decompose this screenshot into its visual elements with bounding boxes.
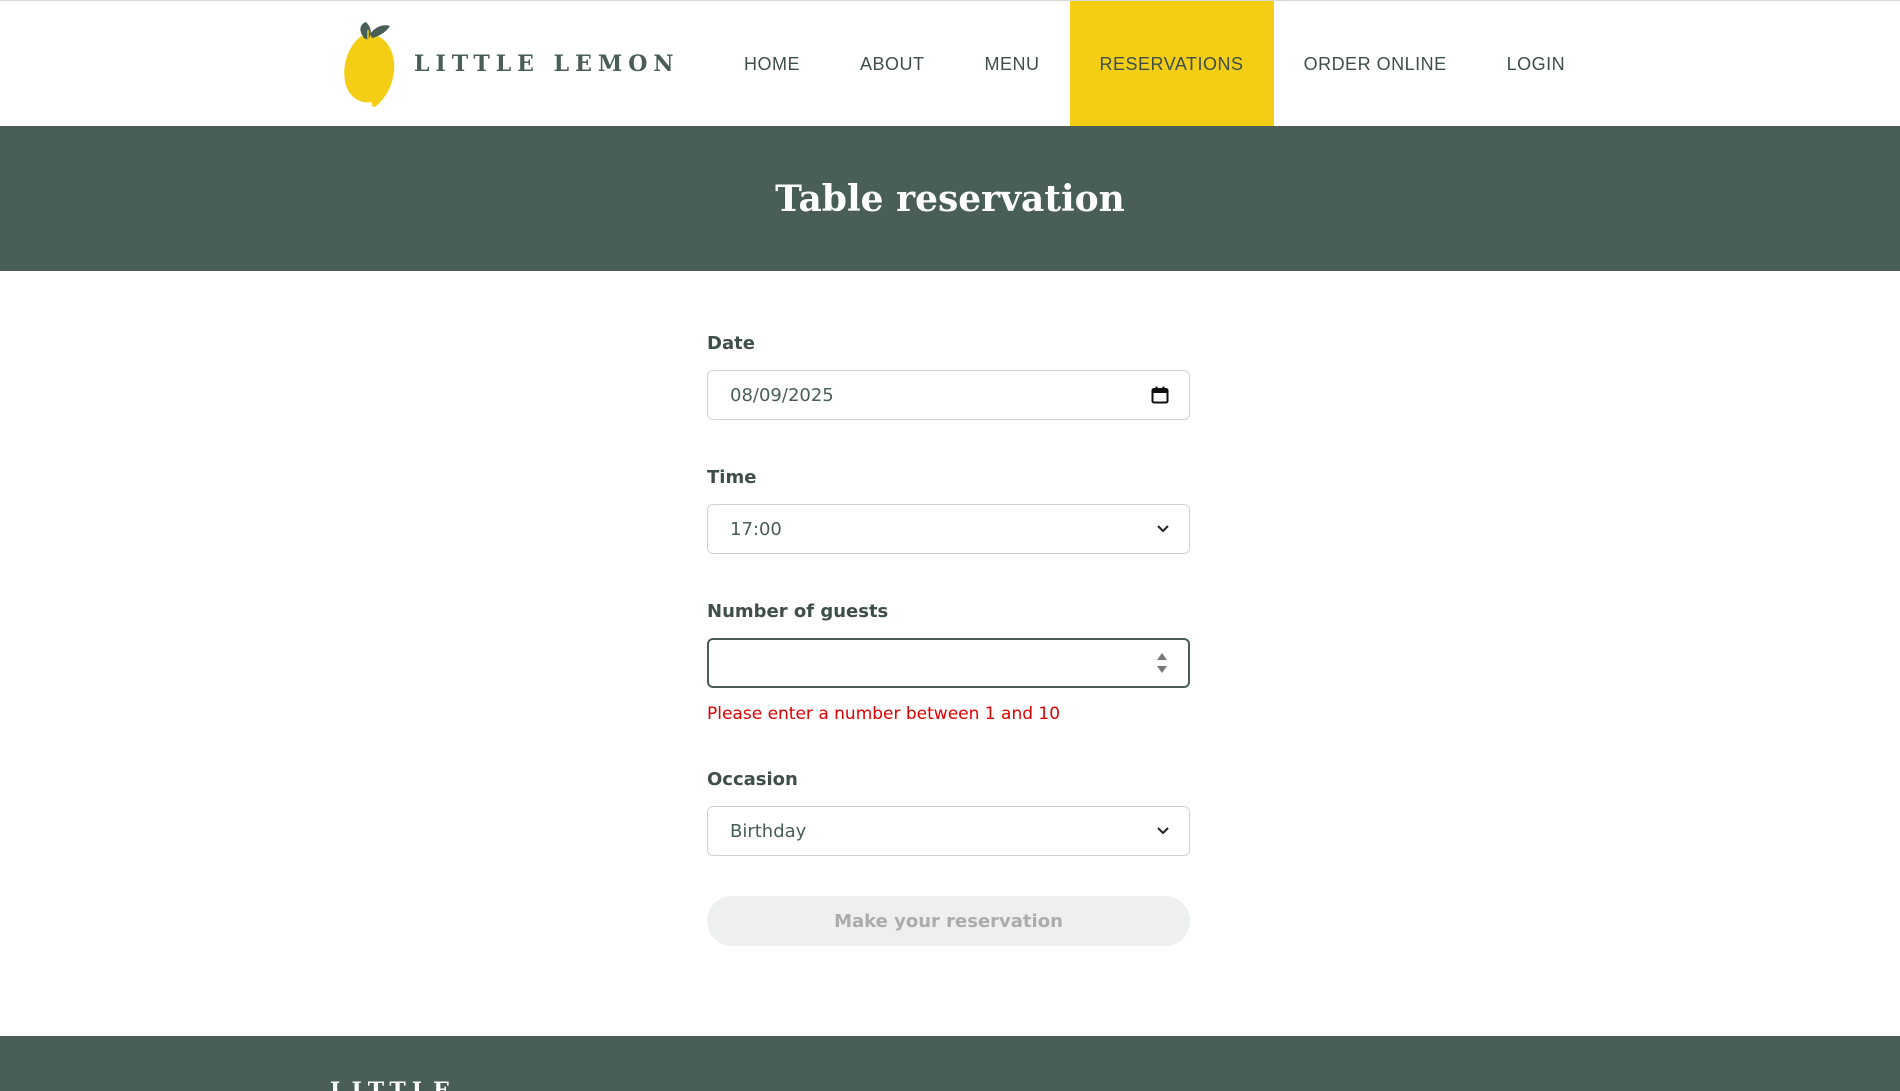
logo[interactable]: LITTLE LEMON — [342, 20, 679, 108]
guests-error-message: Please enter a number between 1 and 10 — [707, 704, 1061, 724]
guests-group: Number of guests Please enter a number b… — [707, 600, 1190, 726]
date-input[interactable]: 08/09/2025 — [707, 370, 1190, 420]
date-label: Date — [707, 333, 755, 354]
page-title: Table reservation — [775, 177, 1125, 220]
main-nav: HOME ABOUT MENU RESERVATIONS ORDER ONLIN… — [714, 1, 1595, 127]
nav-order-online[interactable]: ORDER ONLINE — [1274, 1, 1477, 127]
calendar-icon[interactable] — [1151, 386, 1169, 404]
time-select[interactable]: 17:00 — [707, 504, 1190, 554]
nav-menu[interactable]: MENU — [955, 1, 1070, 127]
site-header: LITTLE LEMON HOME ABOUT MENU RESERVATION… — [0, 0, 1900, 127]
date-group: Date 08/09/2025 — [707, 332, 1190, 420]
lemon-logo-icon — [344, 22, 395, 107]
occasion-value: Birthday — [730, 820, 807, 842]
nav-reservations[interactable]: RESERVATIONS — [1069, 1, 1274, 127]
time-group: Time 17:00 — [707, 466, 1190, 554]
chevron-down-icon — [1157, 525, 1169, 533]
time-label: Time — [707, 467, 757, 488]
occasion-group: Occasion Birthday — [707, 768, 1190, 856]
nav-about[interactable]: ABOUT — [830, 1, 955, 127]
time-value: 17:00 — [730, 518, 782, 540]
occasion-label: Occasion — [707, 769, 798, 790]
nav-login[interactable]: LOGIN — [1477, 1, 1596, 127]
occasion-select[interactable]: Birthday — [707, 806, 1190, 856]
date-value: 08/09/2025 — [730, 384, 834, 406]
hero-banner: Table reservation — [0, 126, 1900, 271]
footer-logo-text: LITTLE — [330, 1078, 456, 1091]
spinner-arrows-icon[interactable] — [1156, 652, 1168, 674]
guests-label: Number of guests — [707, 601, 889, 622]
site-footer: LITTLE — [0, 1036, 1900, 1091]
guests-input[interactable] — [707, 638, 1190, 688]
logo-text: LITTLE LEMON — [414, 51, 680, 77]
reservation-form: Date 08/09/2025 Time 17:00 Number of gue… — [707, 332, 1190, 946]
nav-home[interactable]: HOME — [714, 1, 830, 127]
chevron-down-icon — [1157, 827, 1169, 835]
make-reservation-button[interactable]: Make your reservation — [707, 896, 1190, 946]
